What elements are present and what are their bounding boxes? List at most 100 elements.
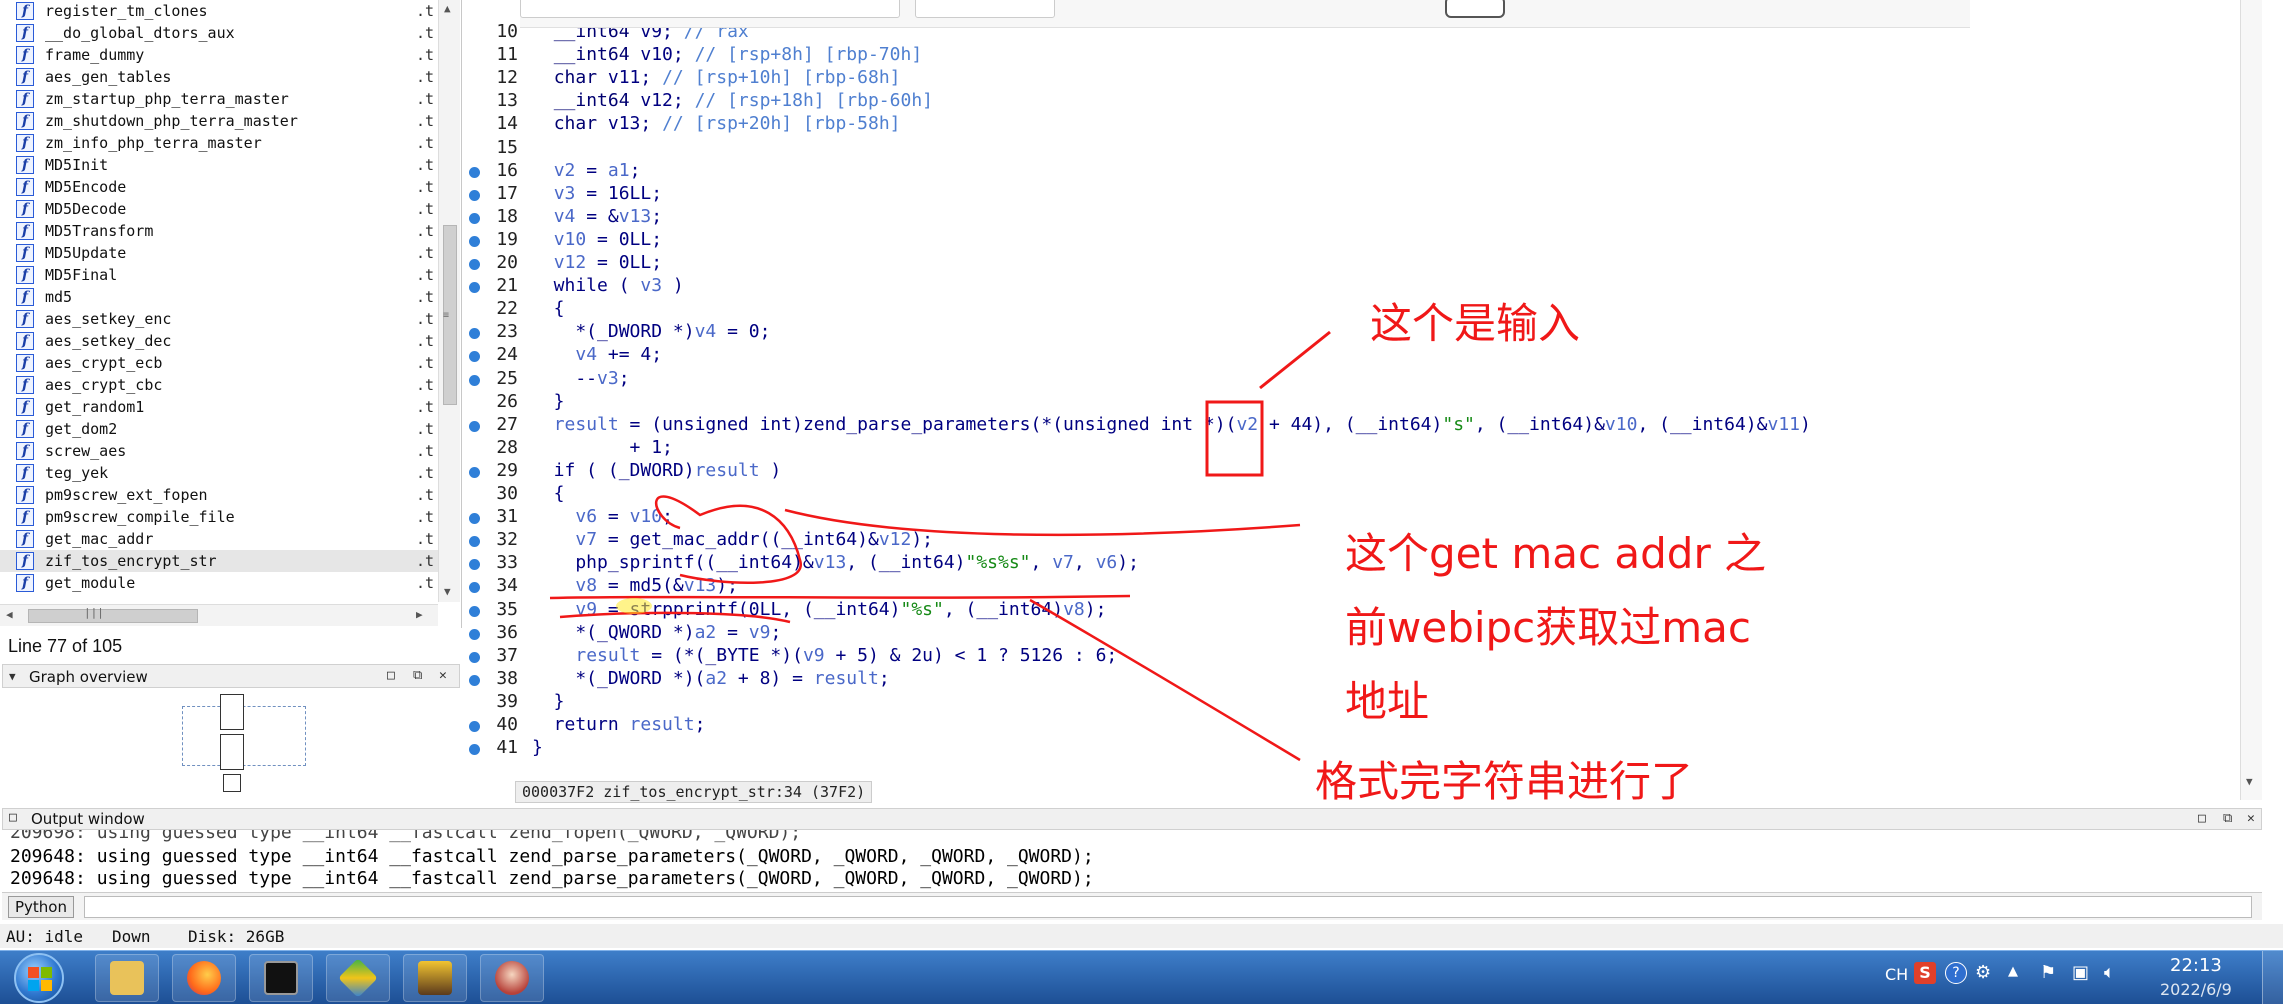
taskbar-firefox[interactable] xyxy=(172,954,236,1002)
restore-icon[interactable]: ⧉ xyxy=(413,668,422,683)
show-hidden-icons-icon[interactable]: ▲ xyxy=(2008,964,2018,979)
function-list-item[interactable]: f MD5Decode .t xyxy=(0,198,438,220)
clock-date[interactable]: 2022/6/9 xyxy=(2160,980,2232,999)
output-log[interactable]: 209698: using guessed type __int64 __fas… xyxy=(2,830,2242,890)
function-list-item[interactable]: f aes_setkey_enc .t xyxy=(0,308,438,330)
taskbar-cmd[interactable] xyxy=(249,954,313,1002)
restore-icon[interactable]: ⧉ xyxy=(2223,811,2232,826)
scroll-down-arrow-icon[interactable]: ▼ xyxy=(444,585,451,598)
function-list-item[interactable]: f zm_info_php_terra_master .t xyxy=(0,132,438,154)
code-line[interactable]: 25 --v3; xyxy=(462,368,2252,391)
scroll-right-arrow-icon[interactable]: ▶ xyxy=(416,608,423,621)
collapse-icon[interactable]: ▼ xyxy=(9,670,16,683)
function-list-item[interactable]: f get_mac_addr .t xyxy=(0,528,438,550)
toolbar-field[interactable] xyxy=(915,0,1055,18)
function-list-item[interactable]: f frame_dummy .t xyxy=(0,44,438,66)
code-line[interactable]: 21 while ( v3 ) xyxy=(462,275,2252,298)
code-line[interactable]: 30 { xyxy=(462,483,2252,506)
code-line[interactable]: 28 + 1; xyxy=(462,437,2252,460)
code-line[interactable]: 26 } xyxy=(462,391,2252,414)
code-line[interactable]: 11 __int64 v10; // [rsp+8h] [rbp-70h] xyxy=(462,44,2252,67)
start-button[interactable] xyxy=(14,953,64,1003)
python-button[interactable]: Python xyxy=(8,896,74,918)
code-line[interactable]: 24 v4 += 4; xyxy=(462,344,2252,367)
line-number: 34 xyxy=(496,575,518,597)
code-text: v12 = 0LL; xyxy=(553,252,663,273)
explorer-icon xyxy=(110,961,144,995)
function-list-item[interactable]: f get_module .t xyxy=(0,572,438,594)
function-list-item[interactable]: f MD5Transform .t xyxy=(0,220,438,242)
code-line[interactable]: 27 result = (unsigned int)zend_parse_par… xyxy=(462,414,2252,437)
code-line[interactable]: 29 if ( (_DWORD)result ) xyxy=(462,460,2252,483)
function-list-item[interactable]: f aes_crypt_ecb .t xyxy=(0,352,438,374)
function-list-item[interactable]: f teg_yek .t xyxy=(0,462,438,484)
code-line[interactable]: 20 v12 = 0LL; xyxy=(462,252,2252,275)
code-line[interactable]: 22 { xyxy=(462,298,2252,321)
code-line[interactable]: 13 __int64 v12; // [rsp+18h] [rbp-60h] xyxy=(462,90,2252,113)
scroll-left-arrow-icon[interactable]: ◀ xyxy=(6,608,13,621)
maximize-icon[interactable]: □ xyxy=(2198,811,2206,826)
scroll-down-arrow-icon[interactable]: ▼ xyxy=(2246,775,2253,788)
code-line[interactable]: 17 v3 = 16LL; xyxy=(462,183,2252,206)
function-list-item[interactable]: f md5 .t xyxy=(0,286,438,308)
network-icon[interactable]: ▣ xyxy=(2072,962,2089,983)
function-list-item[interactable]: f __do_global_dtors_aux .t xyxy=(0,22,438,44)
function-list-item[interactable]: f register_tm_clones .t xyxy=(0,0,438,22)
code-line[interactable]: 14 char v13; // [rsp+20h] [rbp-58h] xyxy=(462,113,2252,136)
code-vertical-scrollbar[interactable]: ▼ xyxy=(2240,0,2262,800)
taskbar-explorer[interactable] xyxy=(95,954,159,1002)
toolbar-button[interactable] xyxy=(1445,0,1505,18)
scroll-thumb[interactable] xyxy=(28,609,198,623)
function-list-item[interactable]: f zm_startup_php_terra_master .t xyxy=(0,88,438,110)
function-name: aes_crypt_cbc xyxy=(45,376,163,394)
cli-input[interactable] xyxy=(84,896,2252,918)
clock-time[interactable]: 22:13 xyxy=(2170,955,2222,976)
function-list-item[interactable]: f get_random1 .t xyxy=(0,396,438,418)
code-line[interactable]: 18 v4 = &v13; xyxy=(462,206,2252,229)
user-icon xyxy=(495,961,529,995)
code-line[interactable]: 19 v10 = 0LL; xyxy=(462,229,2252,252)
code-line[interactable]: 12 char v11; // [rsp+10h] [rbp-68h] xyxy=(462,67,2252,90)
taskbar-media[interactable] xyxy=(403,954,467,1002)
tray-settings-icon[interactable]: ⚙ xyxy=(1975,962,1991,983)
code-line[interactable]: 15 xyxy=(462,137,2252,160)
taskbar-user[interactable] xyxy=(480,954,544,1002)
function-list-item[interactable]: f zm_shutdown_php_terra_master .t xyxy=(0,110,438,132)
function-list-item[interactable]: f screw_aes .t xyxy=(0,440,438,462)
function-list-item[interactable]: f zif_tos_encrypt_str .t xyxy=(0,550,438,572)
function-list-item[interactable]: f get_dom2 .t xyxy=(0,418,438,440)
function-list-item[interactable]: f aes_setkey_dec .t xyxy=(0,330,438,352)
graph-overview[interactable] xyxy=(2,688,460,804)
volume-icon[interactable]: 🔈︎ xyxy=(2104,962,2115,983)
function-list-item[interactable]: f MD5Encode .t xyxy=(0,176,438,198)
scroll-up-arrow-icon[interactable]: ▲ xyxy=(444,2,451,15)
toolbar-field[interactable] xyxy=(520,0,900,18)
function-list-item[interactable]: f aes_gen_tables .t xyxy=(0,66,438,88)
function-list-horizontal-scrollbar[interactable]: ◀ ||| ▶ xyxy=(0,604,438,626)
code-line[interactable]: 16 v2 = a1; xyxy=(462,160,2252,183)
line-number: 29 xyxy=(496,459,518,481)
search-direction: Down xyxy=(112,927,151,946)
close-icon[interactable]: ✕ xyxy=(2247,811,2255,826)
function-list-item[interactable]: f pm9screw_compile_file .t xyxy=(0,506,438,528)
function-list-item[interactable]: f MD5Final .t xyxy=(0,264,438,286)
language-indicator[interactable]: CH xyxy=(1885,965,1908,984)
input-method-icon[interactable]: S xyxy=(1914,962,1936,984)
function-list-vertical-scrollbar[interactable]: ▲ ≡ ▼ xyxy=(438,0,460,602)
action-center-flag-icon[interactable]: ⚑ xyxy=(2040,962,2056,983)
maximize-icon[interactable]: □ xyxy=(387,668,395,683)
function-list-item[interactable]: f MD5Init .t xyxy=(0,154,438,176)
function-list-item[interactable]: f pm9screw_ext_fopen .t xyxy=(0,484,438,506)
line-number: 39 xyxy=(496,690,518,712)
code-text: --v3; xyxy=(532,367,630,389)
line-number: 28 xyxy=(496,436,518,458)
taskbar-app[interactable] xyxy=(326,954,390,1002)
close-icon[interactable]: ✕ xyxy=(439,668,447,683)
function-list-item[interactable]: f aes_crypt_cbc .t xyxy=(0,374,438,396)
code-line[interactable]: 23 *(_DWORD *)v4 = 0; xyxy=(462,321,2252,344)
help-icon[interactable]: ? xyxy=(1945,962,1967,984)
graph-viewport-frame[interactable] xyxy=(182,706,306,766)
annotation-md5-1: 格式完字符串进行了 xyxy=(1315,757,1694,806)
show-desktop-button[interactable] xyxy=(2262,951,2283,1004)
function-list-item[interactable]: f MD5Update .t xyxy=(0,242,438,264)
